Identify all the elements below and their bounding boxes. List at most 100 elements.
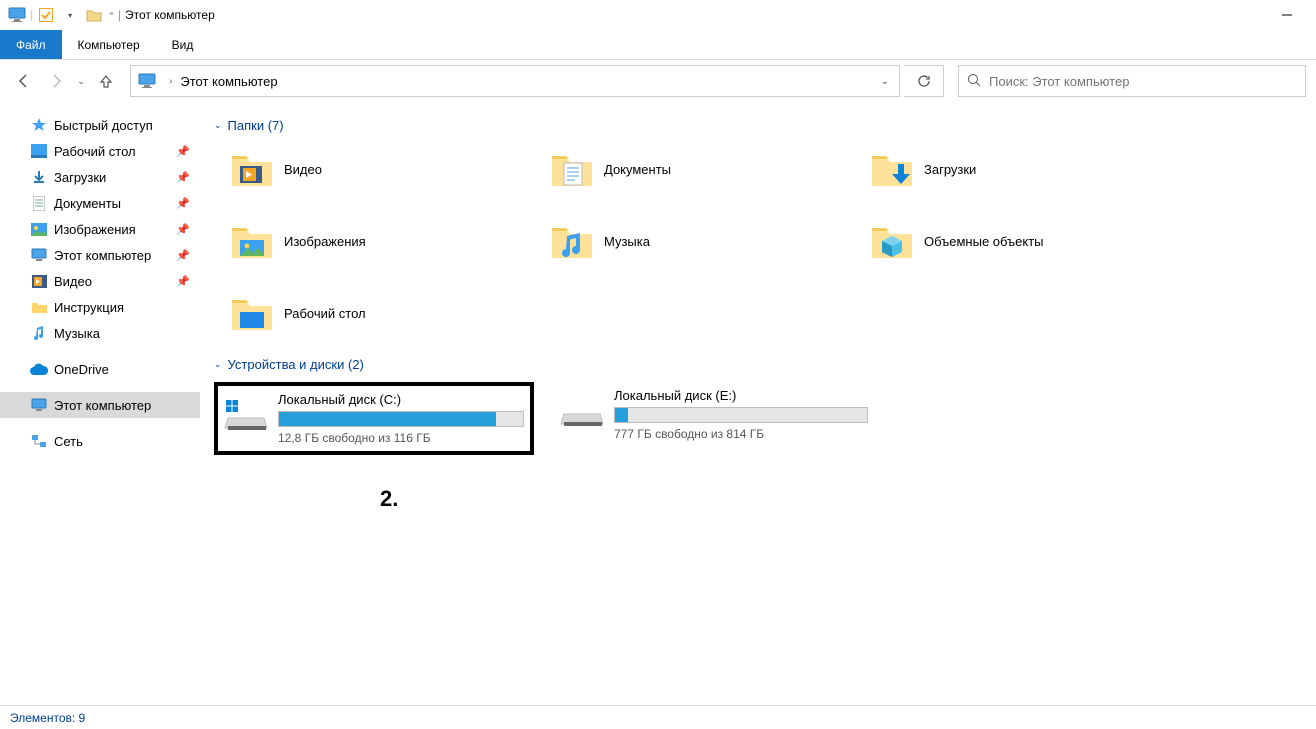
breadcrumb-this-pc[interactable]: Этот компьютер xyxy=(180,74,277,89)
folder-video[interactable]: Видео xyxy=(228,143,548,195)
quick-access-toolbar: | ▾ ⁼ xyxy=(6,4,114,26)
refresh-button[interactable] xyxy=(904,65,944,97)
address-history-icon[interactable]: ⌄ xyxy=(881,76,889,87)
folder-downloads-label: Загрузки xyxy=(924,162,976,177)
folder-downloads[interactable]: Загрузки xyxy=(868,143,1188,195)
sidebar-documents[interactable]: Документы 📌 xyxy=(0,190,200,216)
back-button[interactable] xyxy=(10,67,38,95)
drive-e-info: Локальный диск (E:) 777 ГБ свободно из 8… xyxy=(614,388,868,441)
crumb-sep-icon[interactable]: › xyxy=(169,76,172,87)
ribbon-computer-tab[interactable]: Компьютер xyxy=(62,30,156,59)
objects3d-folder-icon xyxy=(868,217,916,265)
pictures-folder-icon xyxy=(228,217,276,265)
ribbon: Файл Компьютер Вид xyxy=(0,30,1316,60)
recent-dropdown-icon[interactable]: ⌄ xyxy=(74,67,88,95)
sidebar-this-pc-quick[interactable]: Этот компьютер 📌 xyxy=(0,242,200,268)
this-pc-qat-icon[interactable] xyxy=(6,4,28,26)
content-pane: ⌄ Папки (7) Видео Документы Загрузк xyxy=(200,102,1316,705)
network-icon xyxy=(30,432,48,450)
drive-c-fill xyxy=(279,412,496,426)
drive-c-bar xyxy=(278,411,524,427)
folder-3d-objects-label: Объемные объекты xyxy=(924,234,1044,249)
navbar: ⌄ › Этот компьютер ⌄ xyxy=(0,60,1316,102)
sidebar-instrukcia-label: Инструкция xyxy=(54,300,124,315)
annotation-number: 2. xyxy=(380,486,398,512)
sidebar-desktop-label: Рабочий стол xyxy=(54,144,136,159)
sidebar-video[interactable]: Видео 📌 xyxy=(0,268,200,294)
titlebar-separator: | xyxy=(118,8,121,22)
drives-row: Локальный диск (C:) 12,8 ГБ свободно из … xyxy=(214,382,1316,455)
sidebar-onedrive-label: OneDrive xyxy=(54,362,109,377)
sidebar-downloads-label: Загрузки xyxy=(54,170,106,185)
section-folders-label: Папки (7) xyxy=(228,118,284,133)
window-title: Этот компьютер xyxy=(125,8,215,22)
sidebar-video-label: Видео xyxy=(54,274,92,289)
sidebar-quick-access-label: Быстрый доступ xyxy=(54,118,153,133)
sidebar-music[interactable]: Музыка xyxy=(0,320,200,346)
folder-pictures[interactable]: Изображения xyxy=(228,215,548,267)
folder-music[interactable]: Музыка xyxy=(548,215,868,267)
search-bar[interactable] xyxy=(958,65,1306,97)
sidebar-documents-label: Документы xyxy=(54,196,121,211)
pin-icon: 📌 xyxy=(176,197,190,210)
checkbox-qat-icon[interactable] xyxy=(35,4,57,26)
drive-e-bar xyxy=(614,407,868,423)
sidebar-this-pc-quick-label: Этот компьютер xyxy=(54,248,151,263)
sidebar-quick-access[interactable]: Быстрый доступ xyxy=(0,112,200,138)
pin-icon: 📌 xyxy=(176,223,190,236)
pin-icon: 📌 xyxy=(176,145,190,158)
download-icon xyxy=(30,168,48,186)
folder-icon xyxy=(30,298,48,316)
music-folder-icon xyxy=(548,217,596,265)
section-devices-header[interactable]: ⌄ Устройства и диски (2) xyxy=(214,357,1316,372)
sidebar-network-label: Сеть xyxy=(54,434,83,449)
drive-c[interactable]: Локальный диск (C:) 12,8 ГБ свободно из … xyxy=(214,382,534,455)
document-icon xyxy=(30,194,48,212)
statusbar: Элементов: 9 xyxy=(0,705,1316,729)
sidebar-this-pc-label: Этот компьютер xyxy=(54,398,151,413)
section-devices-label: Устройства и диски (2) xyxy=(228,357,364,372)
address-bar[interactable]: › Этот компьютер ⌄ xyxy=(130,65,900,97)
minimize-button[interactable] xyxy=(1264,0,1310,30)
search-icon xyxy=(967,73,981,90)
drive-e[interactable]: Локальный диск (E:) 777 ГБ свободно из 8… xyxy=(554,382,874,455)
drive-c-free: 12,8 ГБ свободно из 116 ГБ xyxy=(278,431,524,445)
documents-folder-icon xyxy=(548,145,596,193)
section-folders-header[interactable]: ⌄ Папки (7) xyxy=(214,118,1316,133)
sidebar-desktop[interactable]: Рабочий стол 📌 xyxy=(0,138,200,164)
folder-documents[interactable]: Документы xyxy=(548,143,868,195)
qat-overflow-icon[interactable]: ⁼ xyxy=(109,10,114,21)
folder-3d-objects[interactable]: Объемные объекты xyxy=(868,215,1188,267)
sidebar-music-label: Музыка xyxy=(54,326,100,341)
search-input[interactable] xyxy=(989,74,1297,89)
sidebar-network[interactable]: Сеть xyxy=(0,428,200,454)
folder-music-label: Музыка xyxy=(604,234,650,249)
chevron-down-icon: ⌄ xyxy=(214,120,222,131)
drive-c-name: Локальный диск (C:) xyxy=(278,392,524,407)
up-button[interactable] xyxy=(92,67,120,95)
sidebar-downloads[interactable]: Загрузки 📌 xyxy=(0,164,200,190)
sidebar-this-pc[interactable]: Этот компьютер xyxy=(0,392,200,418)
sidebar-instrukcia[interactable]: Инструкция xyxy=(0,294,200,320)
forward-button[interactable] xyxy=(42,67,70,95)
ribbon-view-tab[interactable]: Вид xyxy=(156,30,210,59)
sidebar-pictures[interactable]: Изображения 📌 xyxy=(0,216,200,242)
drive-c-icon xyxy=(224,392,268,436)
folder-video-label: Видео xyxy=(284,162,322,177)
pin-icon: 📌 xyxy=(176,275,190,288)
folder-desktop[interactable]: Рабочий стол xyxy=(228,287,548,339)
sidebar-onedrive[interactable]: OneDrive xyxy=(0,356,200,382)
drive-e-name: Локальный диск (E:) xyxy=(614,388,868,403)
folder-qat-icon[interactable] xyxy=(83,4,105,26)
video-icon xyxy=(30,272,48,290)
folder-desktop-label: Рабочий стол xyxy=(284,306,366,321)
desktop-folder-icon xyxy=(228,289,276,337)
folder-documents-label: Документы xyxy=(604,162,671,177)
this-pc-icon xyxy=(30,396,48,414)
this-pc-icon xyxy=(30,246,48,264)
ribbon-file-tab[interactable]: Файл xyxy=(0,30,62,59)
dropdown-qat-icon[interactable]: ▾ xyxy=(59,4,81,26)
desktop-icon xyxy=(30,142,48,160)
drive-e-fill xyxy=(615,408,628,422)
music-icon xyxy=(30,324,48,342)
